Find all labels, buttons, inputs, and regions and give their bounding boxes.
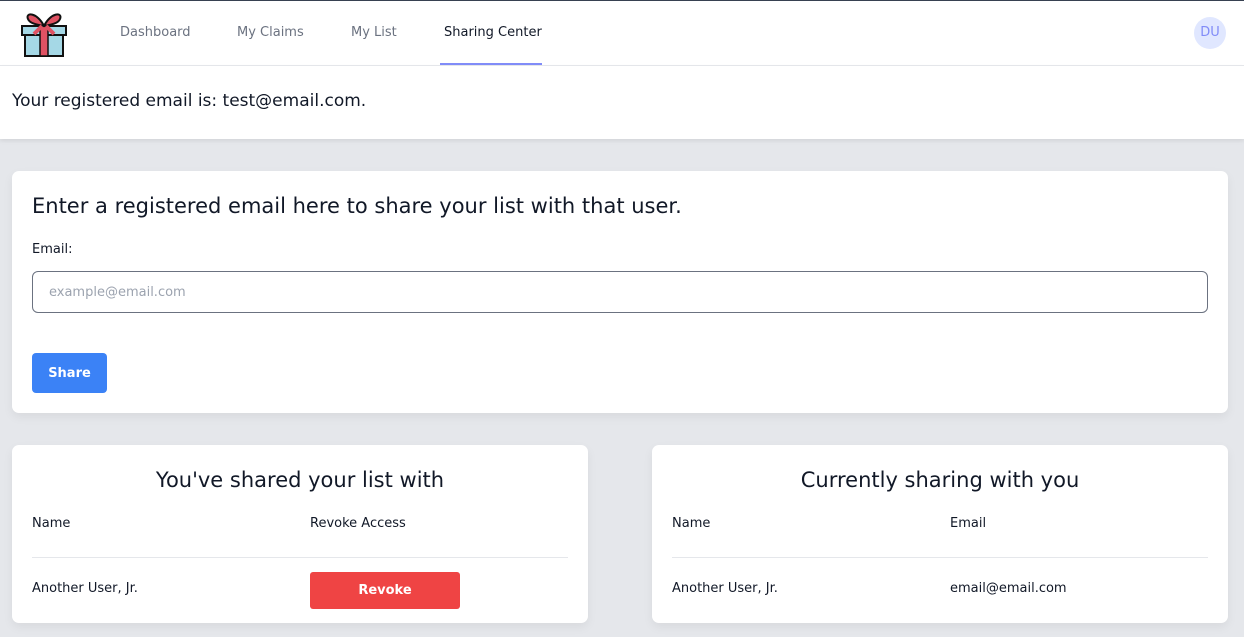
active-tab-indicator bbox=[440, 63, 542, 65]
sharing-with-you-title: Currently sharing with you bbox=[800, 468, 1080, 492]
email-label: Email: bbox=[32, 242, 73, 257]
share-list-card: Enter a registered email here to share y… bbox=[12, 171, 1228, 413]
nav-link-dashboard[interactable]: Dashboard bbox=[120, 1, 191, 65]
column-header-name: Name bbox=[32, 516, 71, 531]
share-button[interactable]: Share bbox=[32, 353, 107, 393]
sharer-name: Another User, Jr. bbox=[672, 581, 778, 596]
navbar: Dashboard My Claims My List Sharing Cent… bbox=[0, 1, 1244, 66]
column-header-email: Email bbox=[950, 516, 987, 531]
sharer-email: email@email.com bbox=[950, 581, 1067, 596]
user-avatar[interactable]: DU bbox=[1194, 17, 1226, 49]
nav-link-sharing-center[interactable]: Sharing Center bbox=[444, 1, 542, 65]
revoke-button[interactable]: Revoke bbox=[310, 572, 460, 609]
shared-with-title: You've shared your list with bbox=[155, 468, 445, 492]
registered-email-text: Your registered email is: test@email.com… bbox=[12, 91, 367, 111]
nav-link-my-list[interactable]: My List bbox=[351, 1, 397, 65]
nav-link-my-claims[interactable]: My Claims bbox=[237, 1, 304, 65]
registered-email-banner: Your registered email is: test@email.com… bbox=[0, 66, 1244, 139]
share-email-input[interactable] bbox=[32, 271, 1208, 313]
shared-with-card: You've shared your list with Name Revoke… bbox=[12, 445, 588, 623]
column-header-name: Name bbox=[672, 516, 711, 531]
gift-icon[interactable] bbox=[19, 8, 69, 58]
sharing-with-you-card: Currently sharing with you Name Email An… bbox=[652, 445, 1228, 623]
table-divider bbox=[32, 557, 568, 558]
table-divider bbox=[672, 557, 1208, 558]
share-heading: Enter a registered email here to share y… bbox=[32, 194, 682, 218]
column-header-revoke-access: Revoke Access bbox=[310, 516, 406, 531]
shared-user-name: Another User, Jr. bbox=[32, 581, 138, 596]
